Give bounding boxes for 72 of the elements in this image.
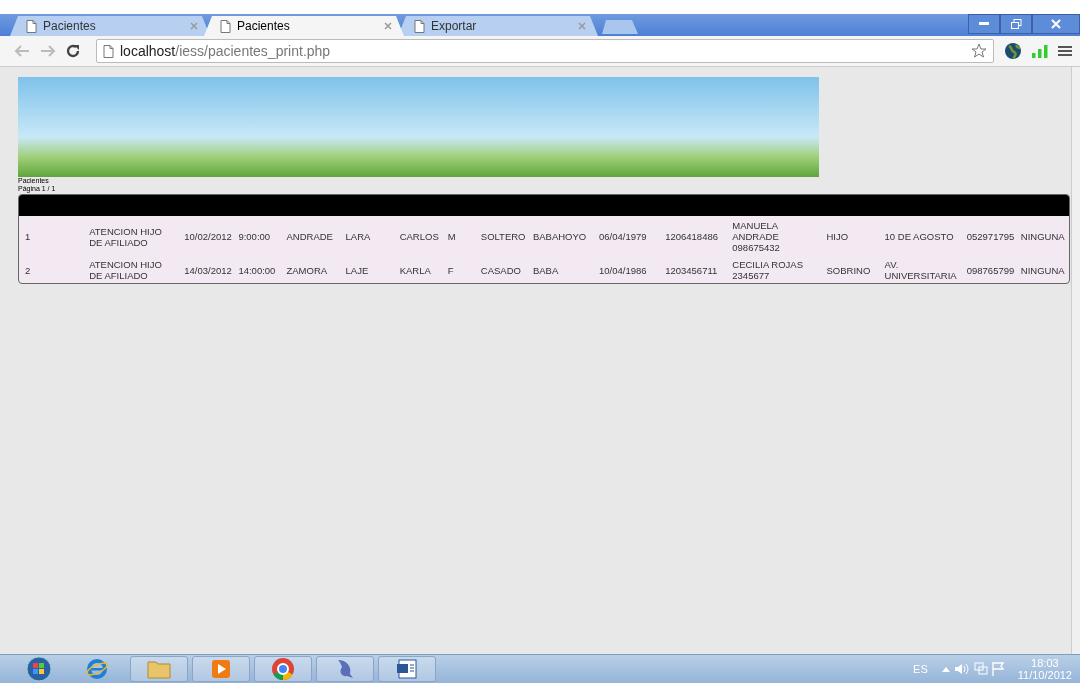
folder-taskbar-button[interactable] xyxy=(130,656,188,682)
folder-icon xyxy=(147,659,171,679)
forward-icon[interactable] xyxy=(40,45,56,57)
network-icon[interactable] xyxy=(973,662,988,676)
dolphin-taskbar-button[interactable] xyxy=(316,656,374,682)
close-tab-icon[interactable] xyxy=(190,20,198,32)
table-cell-text: SOBRINO xyxy=(825,263,872,278)
page-icon xyxy=(414,19,425,33)
table-cell-text: 9:00:00 xyxy=(237,230,272,244)
table-cell-text: 06/04/1979 xyxy=(598,230,648,244)
star-icon[interactable] xyxy=(971,43,987,59)
table-cell-text: 10/04/1986 xyxy=(598,263,648,278)
letter-e-icon xyxy=(85,658,109,680)
media-player-taskbar-button[interactable] xyxy=(192,656,250,682)
signal-bars-icon[interactable] xyxy=(1032,44,1048,58)
table-cell-text: 1206418486 xyxy=(664,230,719,244)
table-cell-text: 10/02/2012 xyxy=(183,230,233,244)
table-cell-text: 2 xyxy=(24,263,32,278)
menu-icon[interactable] xyxy=(1058,45,1072,57)
new-tab-button[interactable] xyxy=(602,20,638,34)
table-cell-text: ATENCION HIJO DE AFILIADO xyxy=(88,224,163,250)
table-cell-text: AV. UNIVERSITARIA xyxy=(883,258,958,283)
scrollbar[interactable] xyxy=(1071,67,1080,654)
table-cell-text: BABAHOYO xyxy=(531,230,588,244)
page-icon xyxy=(220,19,231,33)
table-cell-text: LARA xyxy=(344,230,372,244)
page-icon xyxy=(103,44,114,58)
table-cell-text: ZAMORA xyxy=(285,263,329,278)
minimize-icon xyxy=(979,22,989,26)
maximize-button[interactable] xyxy=(1000,14,1032,34)
flag-icon[interactable] xyxy=(991,662,1004,676)
table-cell-text: LAJE xyxy=(344,263,370,278)
browser-tab[interactable]: Pacientes xyxy=(204,16,404,36)
table-cell-text: 10 DE AGOSTO xyxy=(883,230,955,244)
table-cell-text: 1203456711 xyxy=(664,263,719,278)
table-cell-text: CARLOS xyxy=(398,230,440,244)
speaker-icon[interactable] xyxy=(953,663,970,675)
caret-up-icon[interactable] xyxy=(941,666,950,672)
table-cell-text: 14:00:00 xyxy=(237,263,277,278)
page-icon xyxy=(26,19,37,33)
table-cell-text: NINGUNA xyxy=(1019,230,1066,244)
word-taskbar-button[interactable] xyxy=(378,656,436,682)
table-cell-text: ATENCION HIJO DE AFILIADO xyxy=(88,258,163,283)
chrome-taskbar-button[interactable] xyxy=(254,656,312,682)
table-cell-text: 1 xyxy=(24,230,32,244)
close-icon xyxy=(1051,19,1061,29)
table-cell-text: F xyxy=(446,263,455,278)
minimize-button[interactable] xyxy=(968,14,1000,34)
table-cell-text: BABA xyxy=(531,263,560,278)
table-cell-text: ANDRADE xyxy=(285,230,334,244)
close-tab-icon[interactable] xyxy=(578,20,586,32)
table-cell-text: CASADO xyxy=(479,263,522,278)
table-cell-text: 098765799 xyxy=(965,263,1016,278)
chrome-icon xyxy=(271,657,295,681)
restore-icon xyxy=(1010,19,1022,29)
table-cell-text: HIJO xyxy=(825,230,850,244)
table-cell-text: M xyxy=(446,230,457,244)
table-cell-text: 14/03/2012 xyxy=(183,263,233,278)
back-icon[interactable] xyxy=(14,45,30,57)
close-tab-icon[interactable] xyxy=(384,20,392,32)
table-cell-text: CECILIA ROJAS 2345677 xyxy=(731,258,805,283)
play-icon xyxy=(211,659,231,679)
address-bar[interactable]: localhost/iess/pacientes_print.php xyxy=(96,39,994,63)
table-cell-text: 052971795 xyxy=(965,230,1016,244)
globe-icon[interactable] xyxy=(1004,42,1022,60)
table-cell-text: NINGUNA xyxy=(1019,263,1066,278)
table-cell-text: KARLA xyxy=(398,263,432,278)
close-window-button[interactable] xyxy=(1032,14,1080,34)
reload-icon[interactable] xyxy=(66,44,80,58)
table-cell-text: SOLTERO xyxy=(479,230,527,244)
document-icon xyxy=(396,658,418,680)
table-cell-text: MANUELA ANDRADE 098675432 xyxy=(731,219,781,255)
